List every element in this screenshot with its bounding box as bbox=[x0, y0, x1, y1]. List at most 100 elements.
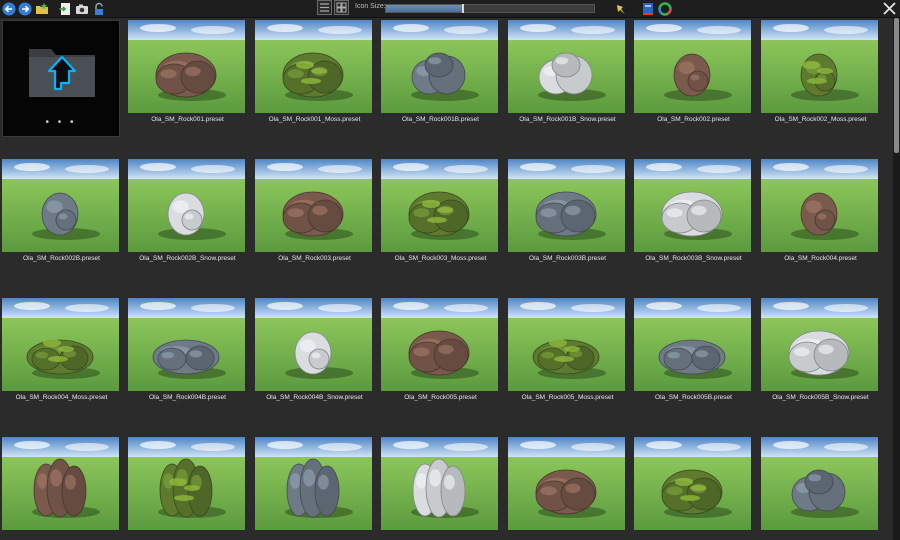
icon-size-slider[interactable] bbox=[385, 4, 595, 13]
preset-thumbnail bbox=[2, 437, 119, 530]
preset-label: Ola_SM_Rock005_Moss.preset bbox=[521, 394, 614, 401]
rock-shape bbox=[157, 347, 187, 371]
preset-label: Ola_SM_Rock001.preset bbox=[151, 116, 224, 123]
preset-tile[interactable] bbox=[381, 437, 500, 540]
close-icon[interactable] bbox=[881, 0, 898, 17]
camera-icon[interactable] bbox=[74, 1, 89, 16]
color-wheel-icon[interactable] bbox=[657, 1, 672, 16]
rock-shape bbox=[814, 209, 836, 231]
rock-highlight bbox=[290, 473, 301, 489]
preset-tile[interactable]: Ola_SM_Rock002.preset bbox=[634, 20, 753, 137]
rock-highlight bbox=[287, 69, 304, 79]
vertical-scrollbar[interactable] bbox=[893, 18, 900, 540]
preset-tile[interactable]: Ola_SM_Rock001.preset bbox=[128, 20, 247, 137]
folder-up-tile[interactable]: • • • bbox=[2, 20, 120, 137]
rock-highlight bbox=[817, 213, 827, 220]
rock-highlight bbox=[438, 344, 454, 355]
preset-tile[interactable] bbox=[761, 437, 880, 540]
icon-size-label: Icon Size: bbox=[355, 3, 386, 10]
icon-size-slider-thumb[interactable] bbox=[461, 4, 464, 13]
lock-icon[interactable] bbox=[91, 1, 106, 16]
rock-highlight bbox=[416, 473, 427, 489]
preset-thumbnail bbox=[255, 298, 372, 391]
preset-tile[interactable]: Ola_SM_Rock003_Moss.preset bbox=[381, 159, 500, 276]
preset-thumbnail bbox=[255, 159, 372, 252]
grid-view-icon[interactable] bbox=[334, 0, 349, 15]
export-icon[interactable] bbox=[57, 1, 72, 16]
moss-patch bbox=[427, 217, 447, 223]
preset-tile[interactable]: Ola_SM_Rock002B.preset bbox=[2, 159, 121, 276]
preset-label: Ola_SM_Rock002B.preset bbox=[23, 255, 100, 262]
preset-label: Ola_SM_Rock001_Moss.preset bbox=[268, 116, 361, 123]
rock-highlight bbox=[172, 200, 189, 213]
moss-patch bbox=[675, 478, 693, 486]
list-view-icon[interactable] bbox=[317, 0, 332, 15]
preset-thumbnail bbox=[761, 159, 878, 252]
rock-highlight bbox=[318, 474, 329, 490]
rock-highlight bbox=[678, 61, 695, 74]
moss-patch bbox=[437, 207, 453, 213]
moss-patch bbox=[301, 78, 321, 84]
moss-patch bbox=[422, 200, 440, 208]
preset-tile[interactable]: Ola_SM_Rock001B.preset bbox=[381, 20, 500, 137]
rock-shape bbox=[663, 347, 693, 371]
rock-highlight bbox=[666, 486, 683, 496]
preset-thumbnail bbox=[381, 437, 498, 530]
favorite-folder-icon[interactable] bbox=[34, 1, 49, 16]
moss-patch bbox=[48, 356, 68, 362]
preset-thumbnail bbox=[634, 20, 751, 113]
blue-book-icon[interactable] bbox=[640, 1, 655, 16]
moss-patch bbox=[564, 346, 580, 352]
rock-highlight bbox=[541, 351, 555, 359]
preset-tile[interactable]: Ola_SM_Rock003.preset bbox=[255, 159, 374, 276]
preset-label: Ola_SM_Rock003.preset bbox=[278, 255, 351, 262]
preset-tile[interactable]: Ola_SM_Rock003B.preset bbox=[508, 159, 627, 276]
rock-highlight bbox=[303, 469, 315, 487]
preset-tile[interactable]: Ola_SM_Rock003B_Snow.preset bbox=[634, 159, 753, 276]
moss-patch bbox=[174, 495, 194, 501]
rock-highlight bbox=[428, 57, 442, 65]
rock-highlight bbox=[690, 74, 700, 81]
pin-icon[interactable] bbox=[613, 1, 628, 16]
forward-arrow-icon[interactable] bbox=[17, 1, 32, 16]
rock-highlight bbox=[65, 474, 76, 490]
preset-tile[interactable]: Ola_SM_Rock001B_Snow.preset bbox=[508, 20, 627, 137]
preset-tile[interactable]: Ola_SM_Rock004.preset bbox=[761, 159, 880, 276]
moss-patch bbox=[807, 78, 827, 84]
preset-thumbnail bbox=[761, 298, 878, 391]
rock-highlight bbox=[429, 469, 441, 487]
preset-tile[interactable]: Ola_SM_Rock001_Moss.preset bbox=[255, 20, 374, 137]
rock-highlight bbox=[555, 57, 569, 65]
toolbar: Icon Size: bbox=[0, 0, 900, 18]
preset-tile[interactable] bbox=[255, 437, 374, 540]
preset-tile[interactable]: Ola_SM_Rock002B_Snow.preset bbox=[128, 159, 247, 276]
preset-tile[interactable] bbox=[2, 437, 121, 540]
rock-shape bbox=[551, 52, 581, 78]
preset-tile[interactable]: Ola_SM_Rock004B.preset bbox=[128, 298, 247, 415]
preset-tile[interactable] bbox=[634, 437, 753, 540]
rock-highlight bbox=[666, 208, 683, 218]
rock-highlight bbox=[805, 200, 822, 213]
preset-thumbnail bbox=[2, 159, 119, 252]
preset-tile[interactable] bbox=[508, 437, 627, 540]
preset-tile[interactable]: Ola_SM_Rock004B_Snow.preset bbox=[255, 298, 374, 415]
rock-highlight bbox=[287, 208, 304, 218]
rock-shape bbox=[560, 477, 596, 511]
preset-tile[interactable] bbox=[128, 437, 247, 540]
preset-thumbnail bbox=[381, 159, 498, 252]
rock-highlight bbox=[312, 205, 328, 216]
preset-thumbnail bbox=[634, 298, 751, 391]
preset-tile[interactable]: Ola_SM_Rock005_Moss.preset bbox=[508, 298, 627, 415]
back-arrow-icon[interactable] bbox=[1, 1, 16, 16]
rock-highlight bbox=[311, 352, 321, 359]
rock-shape bbox=[61, 465, 87, 517]
preset-thumbnail bbox=[508, 159, 625, 252]
preset-tile[interactable]: Ola_SM_Rock002_Moss.preset bbox=[761, 20, 880, 137]
preset-tile[interactable]: Ola_SM_Rock005.preset bbox=[381, 298, 500, 415]
rock-shape bbox=[687, 70, 709, 92]
preset-tile[interactable]: Ola_SM_Rock005B_Snow.preset bbox=[761, 298, 880, 415]
preset-tile[interactable]: Ola_SM_Rock004_Moss.preset bbox=[2, 298, 121, 415]
preset-tile[interactable]: Ola_SM_Rock005B.preset bbox=[634, 298, 753, 415]
scrollbar-thumb[interactable] bbox=[894, 18, 899, 153]
rock-highlight bbox=[161, 351, 175, 359]
